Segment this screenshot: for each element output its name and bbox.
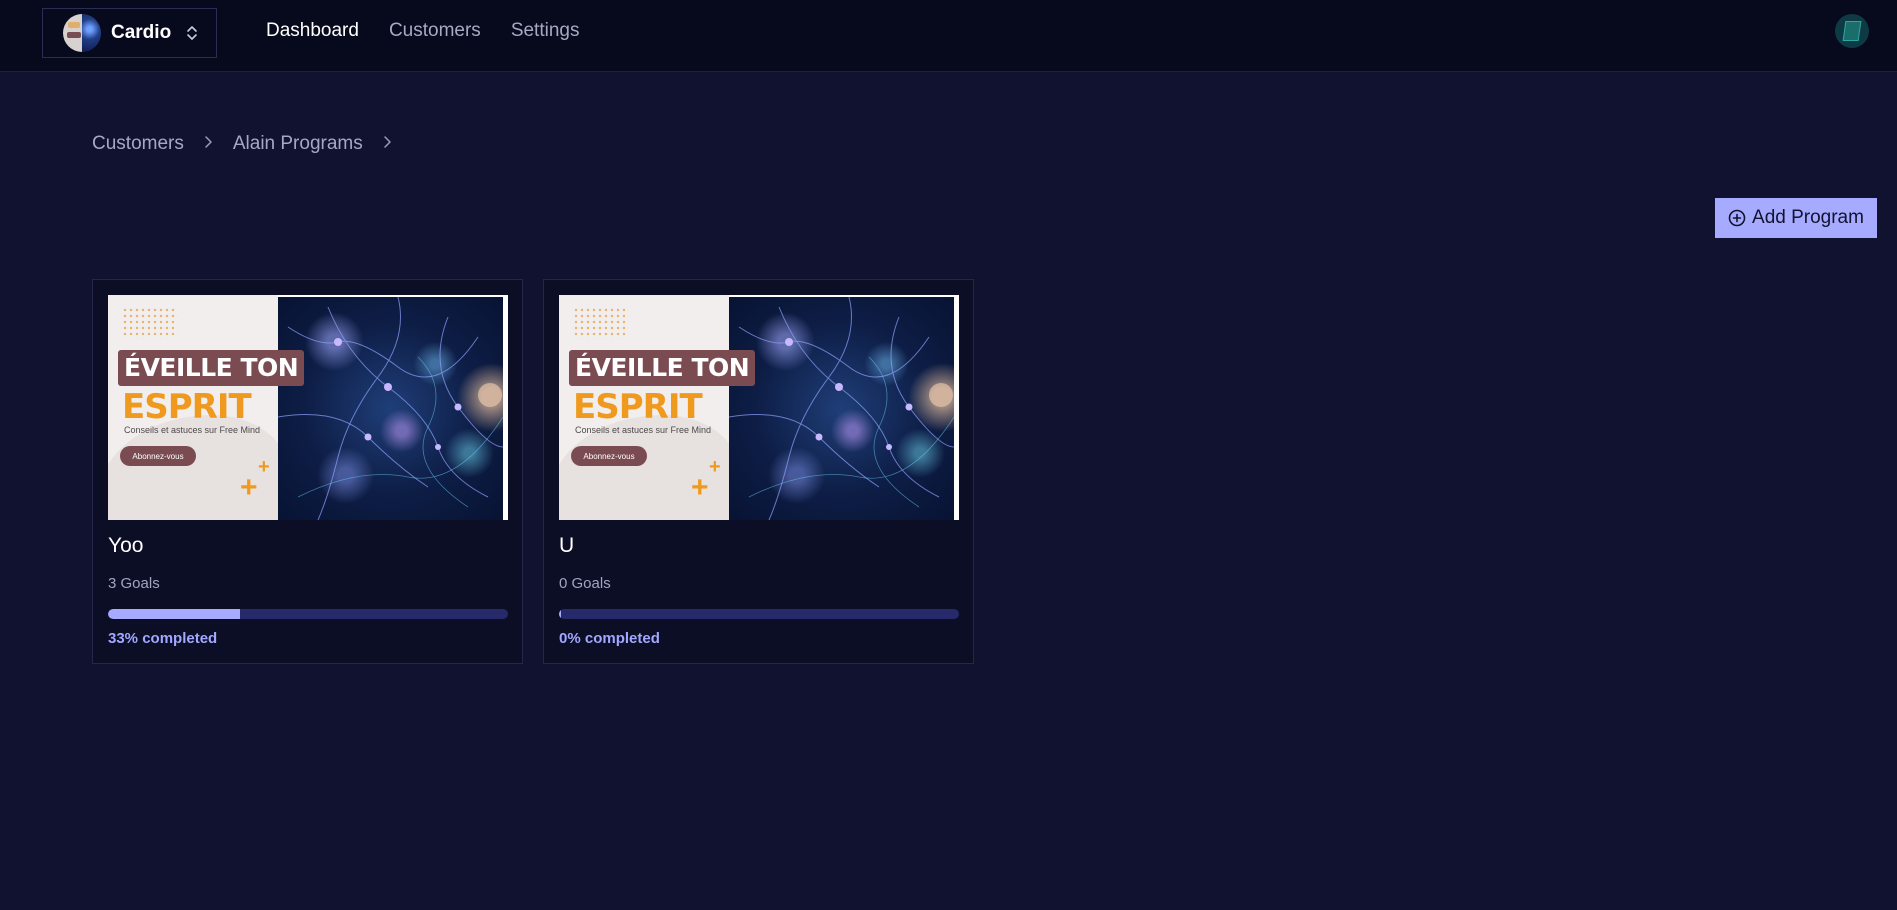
team-name: Cardio [111, 22, 172, 43]
nav-customers[interactable]: Customers [389, 20, 481, 42]
program-thumbnail: ÉVEILLE TON ESPRIT Conseils et astuces s… [108, 295, 508, 520]
thumbnail-banner: ÉVEILLE TON [569, 350, 756, 386]
nav-dashboard[interactable]: Dashboard [266, 20, 359, 42]
chevron-right-icon [204, 135, 213, 154]
plus-circle-icon [1728, 209, 1746, 227]
breadcrumb: Customers Alain Programs [92, 133, 412, 155]
thumbnail-tagline: Conseils et astuces sur Free Mind [124, 425, 261, 435]
user-avatar[interactable] [1835, 14, 1869, 48]
thumbnail-headline: ESPRIT [122, 387, 252, 427]
plus-decoration-icon: + [691, 471, 709, 504]
team-avatar [63, 14, 101, 52]
thumbnail-tagline: Conseils et astuces sur Free Mind [575, 425, 712, 435]
program-thumbnail: ÉVEILLE TON ESPRIT Conseils et astuces s… [559, 295, 959, 520]
program-card[interactable]: ÉVEILLE TON ESPRIT Conseils et astuces s… [92, 279, 523, 664]
neuron-image [278, 297, 503, 520]
thumbnail-banner: ÉVEILLE TON [118, 350, 305, 386]
program-goals-count: 0 Goals [559, 575, 611, 592]
add-program-label: Add Program [1752, 207, 1864, 228]
program-title: U [559, 534, 575, 557]
team-switcher[interactable]: Cardio [42, 8, 217, 58]
thumbnail-subscribe-pill: Abonnez-vous [571, 446, 647, 466]
top-navigation-bar: Cardio Dashboard Customers Settings [0, 0, 1897, 72]
program-progress-bar [108, 609, 508, 619]
plus-decoration-icon: + [709, 456, 721, 478]
thumbnail-subscribe-pill: Abonnez-vous [120, 446, 196, 466]
dot-pattern [573, 307, 629, 339]
nav-settings[interactable]: Settings [511, 20, 580, 42]
program-completed-text: 33% completed [108, 630, 218, 647]
program-progress-fill [108, 609, 240, 619]
program-completed-text: 0% completed [559, 630, 660, 647]
program-goals-count: 3 Goals [108, 575, 160, 592]
main-nav: Dashboard Customers Settings [266, 20, 579, 42]
chevron-right-icon [383, 135, 392, 154]
breadcrumb-customers[interactable]: Customers [92, 133, 184, 155]
add-program-button[interactable]: Add Program [1715, 198, 1877, 238]
program-card[interactable]: ÉVEILLE TON ESPRIT Conseils et astuces s… [543, 279, 974, 664]
thumbnail-headline: ESPRIT [573, 387, 703, 427]
dot-pattern [122, 307, 178, 339]
program-progress-bar [559, 609, 959, 619]
plus-decoration-icon: + [240, 471, 258, 504]
plus-decoration-icon: + [258, 456, 270, 478]
chevron-up-down-icon [185, 23, 199, 43]
program-title: Yoo [108, 534, 144, 557]
neuron-image [729, 297, 954, 520]
program-progress-fill [559, 609, 561, 619]
breadcrumb-alain-programs[interactable]: Alain Programs [233, 133, 363, 155]
